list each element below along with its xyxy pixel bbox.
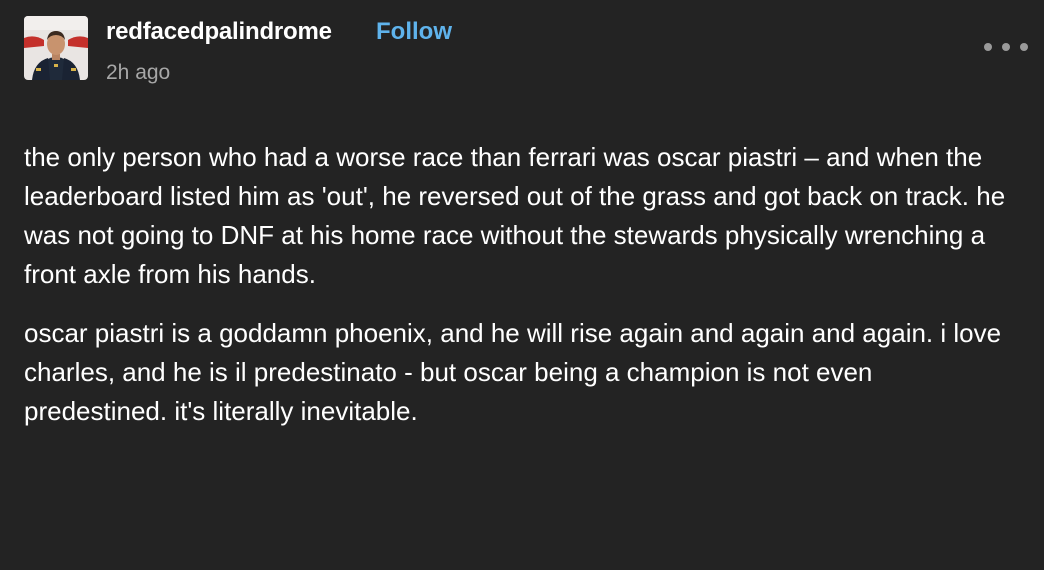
- more-options-button[interactable]: [984, 36, 1028, 58]
- username[interactable]: redfacedpalindrome: [106, 17, 332, 47]
- follow-button[interactable]: Follow: [376, 17, 452, 47]
- post-paragraph: the only person who had a worse race tha…: [24, 142, 1006, 289]
- avatar-image: [24, 16, 88, 80]
- post-timestamp: 2h ago: [106, 61, 171, 84]
- ellipsis-icon: [984, 43, 992, 51]
- post-body: the only person who had a worse race tha…: [24, 138, 1014, 451]
- avatar[interactable]: [24, 16, 88, 80]
- ellipsis-icon: [1002, 43, 1010, 51]
- ellipsis-icon: [1020, 43, 1028, 51]
- post-card: redfacedpalindrome Follow 2h ago the onl…: [0, 0, 1044, 570]
- post-paragraph: oscar piastri is a goddamn phoenix, and …: [24, 318, 1002, 426]
